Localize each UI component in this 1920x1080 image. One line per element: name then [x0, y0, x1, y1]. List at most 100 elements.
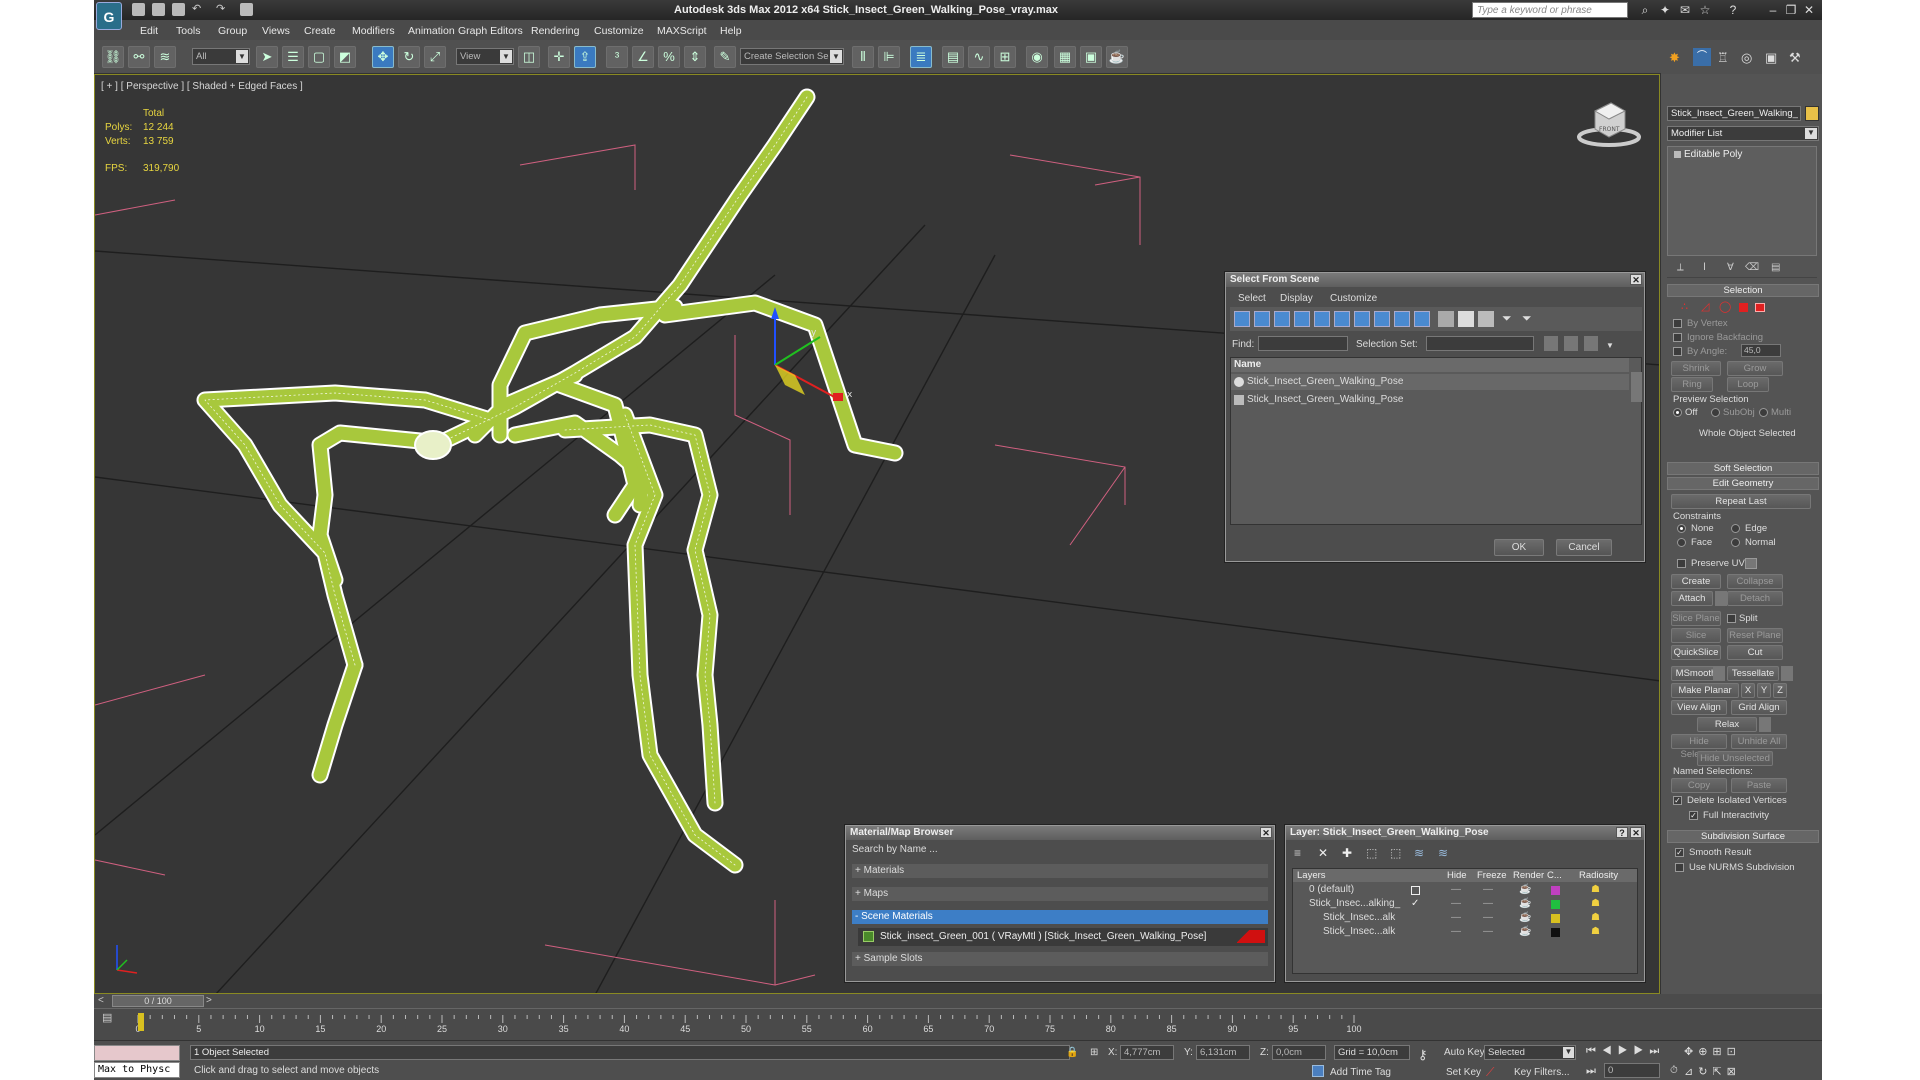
scrollbar[interactable]	[1631, 372, 1642, 402]
keyboard-shortcut-override-icon[interactable]: ⇪	[574, 46, 596, 68]
current-frame-marker[interactable]	[138, 1013, 144, 1031]
radiosity-icon[interactable]: ☗	[1591, 926, 1600, 937]
set-key-button[interactable]: Set Key	[1446, 1067, 1481, 1078]
display-spacewarps-icon[interactable]	[1334, 311, 1350, 327]
current-frame-spinner[interactable]: 0	[1604, 1063, 1660, 1078]
loop-button[interactable]: Loop	[1727, 377, 1769, 392]
edge-mode-icon[interactable]: ◿	[1701, 300, 1709, 313]
slice-plane-button[interactable]: Slice Plane	[1671, 611, 1721, 626]
radiosity-icon[interactable]: ☗	[1591, 898, 1600, 909]
schematic-view-icon[interactable]: ⊞	[994, 46, 1016, 68]
save-file-icon[interactable]	[172, 3, 185, 16]
relax-settings-icon[interactable]	[1759, 717, 1771, 732]
layer-color-swatch[interactable]	[1551, 900, 1560, 909]
playback-controls[interactable]: ⏮◀▶▶⏭	[1586, 1045, 1665, 1058]
chevron-down-icon[interactable]: ▼	[1606, 341, 1614, 350]
hide-toggle[interactable]: —	[1451, 884, 1461, 895]
y-coord-field[interactable]: 6,131cm	[1196, 1045, 1250, 1060]
select-and-rotate-icon[interactable]: ↻	[398, 46, 420, 68]
selection-set-add-icon[interactable]	[1564, 336, 1578, 351]
menu-customize[interactable]: Customize	[594, 25, 644, 37]
object-color-swatch[interactable]	[1805, 106, 1819, 121]
snaps-toggle-icon[interactable]: ³	[606, 46, 628, 68]
ring-button[interactable]: Ring	[1671, 377, 1713, 392]
polygon-mode-icon[interactable]	[1739, 303, 1748, 312]
spinner-snap-icon[interactable]: ⇕	[684, 46, 706, 68]
relax-button[interactable]: Relax	[1697, 717, 1757, 732]
object-name-field[interactable]: Stick_Insect_Green_Walking_	[1667, 106, 1801, 121]
unhide-all-button[interactable]: Unhide All	[1731, 734, 1787, 749]
layer-color-swatch[interactable]	[1551, 928, 1560, 937]
edit-named-selection-icon[interactable]: ✎	[714, 46, 736, 68]
stack-expand-icon[interactable]	[1674, 151, 1681, 158]
display-bones-icon[interactable]	[1394, 311, 1410, 327]
column-header-name[interactable]: Name	[1231, 358, 1629, 372]
create-button[interactable]: Create	[1671, 574, 1721, 589]
bind-space-warp-icon[interactable]: ≋	[154, 46, 176, 68]
material-editor-icon[interactable]: ◉	[1026, 46, 1048, 68]
constraint-none-radio[interactable]	[1677, 524, 1686, 533]
rendered-frame-window-icon[interactable]: ▣	[1080, 46, 1102, 68]
select-in-layer-icon[interactable]: ⬚	[1366, 846, 1377, 860]
hide-selected-button[interactable]: Hide Selected	[1671, 734, 1727, 760]
add-time-tag-label[interactable]: Add Time Tag	[1330, 1067, 1391, 1078]
full-interactivity-checkbox[interactable]: ✓	[1689, 811, 1698, 820]
select-and-scale-icon[interactable]: ⤢	[424, 46, 446, 68]
modify-tab-icon[interactable]: ⌒	[1693, 48, 1711, 66]
display-shapes-icon[interactable]	[1254, 311, 1270, 327]
search-by-name-input[interactable]: Search by Name ...	[852, 844, 938, 855]
hide-toggle[interactable]: —	[1451, 898, 1461, 909]
msmooth-settings-icon[interactable]	[1713, 666, 1725, 681]
planar-z-button[interactable]: Z	[1773, 683, 1787, 698]
project-folder-icon[interactable]	[240, 3, 253, 16]
scene-material-item[interactable]: Stick_insect_Green_001 ( VRayMtl ) [Stic…	[858, 928, 1268, 946]
previous-frame-arrow-icon[interactable]: <	[98, 995, 104, 1006]
hide-toggle[interactable]: —	[1451, 912, 1461, 923]
angle-snap-icon[interactable]: ∠	[632, 46, 654, 68]
display-invert-icon[interactable]	[1478, 311, 1494, 327]
reference-coordinate-dropdown[interactable]: View ▼	[456, 48, 514, 65]
motion-tab-icon[interactable]: ◎	[1741, 50, 1752, 66]
minimize-icon[interactable]: –	[1766, 3, 1780, 17]
tessellate-settings-icon[interactable]	[1781, 666, 1793, 681]
search-icon[interactable]: ⌕	[1638, 3, 1652, 17]
split-checkbox[interactable]	[1727, 614, 1736, 623]
group-maps[interactable]: + Maps	[852, 887, 1268, 901]
select-object-icon[interactable]: ➤	[256, 46, 278, 68]
preview-multi-radio[interactable]	[1759, 408, 1768, 417]
filter-options-icon[interactable]: ⏷	[1522, 311, 1538, 327]
planar-x-button[interactable]: X	[1741, 683, 1755, 698]
communication-icon[interactable]: ✉	[1678, 3, 1692, 17]
delete-isolated-checkbox[interactable]: ✓	[1673, 796, 1682, 805]
display-xrefs-icon[interactable]	[1374, 311, 1390, 327]
render-production-icon[interactable]: ☕	[1106, 46, 1128, 68]
maximize-icon[interactable]: ❐	[1784, 3, 1798, 17]
close-icon[interactable]: ✕	[1630, 274, 1642, 285]
edit-geometry-rollout[interactable]: Edit Geometry	[1667, 477, 1819, 490]
view-align-button[interactable]: View Align	[1671, 700, 1727, 715]
quickslice-button[interactable]: QuickSlice	[1671, 645, 1721, 660]
menu-group[interactable]: Group	[218, 25, 247, 37]
rectangular-selection-icon[interactable]: ▢	[308, 46, 330, 68]
menu-views[interactable]: Views	[262, 25, 290, 37]
z-coord-field[interactable]: 0,0cm	[1272, 1045, 1326, 1060]
selection-set-dropdown[interactable]	[1426, 336, 1534, 351]
window-crossing-icon[interactable]: ◩	[334, 46, 356, 68]
redo-icon[interactable]: ↷	[216, 3, 229, 16]
teapot-render-icon[interactable]: ☕	[1519, 884, 1531, 895]
element-mode-icon[interactable]	[1755, 303, 1765, 312]
by-angle-checkbox[interactable]	[1673, 347, 1682, 356]
attach-button[interactable]: Attach	[1671, 591, 1713, 606]
use-nurms-checkbox[interactable]	[1675, 863, 1684, 872]
smooth-result-checkbox[interactable]: ✓	[1675, 848, 1684, 857]
freeze-toggle[interactable]: —	[1483, 898, 1493, 909]
subscription-icon[interactable]: ✦	[1658, 3, 1672, 17]
grow-button[interactable]: Grow	[1727, 361, 1783, 376]
configure-modifier-sets-icon[interactable]: ▤	[1771, 262, 1780, 273]
current-layer-check-icon[interactable]: ✓	[1411, 898, 1419, 909]
link-icon[interactable]: ⛓	[102, 46, 124, 68]
help-icon[interactable]: ?	[1616, 827, 1628, 838]
layer-color-swatch[interactable]	[1551, 914, 1560, 923]
angle-spinner[interactable]: 45,0	[1741, 344, 1781, 357]
collapse-button[interactable]: Collapse	[1727, 574, 1783, 589]
